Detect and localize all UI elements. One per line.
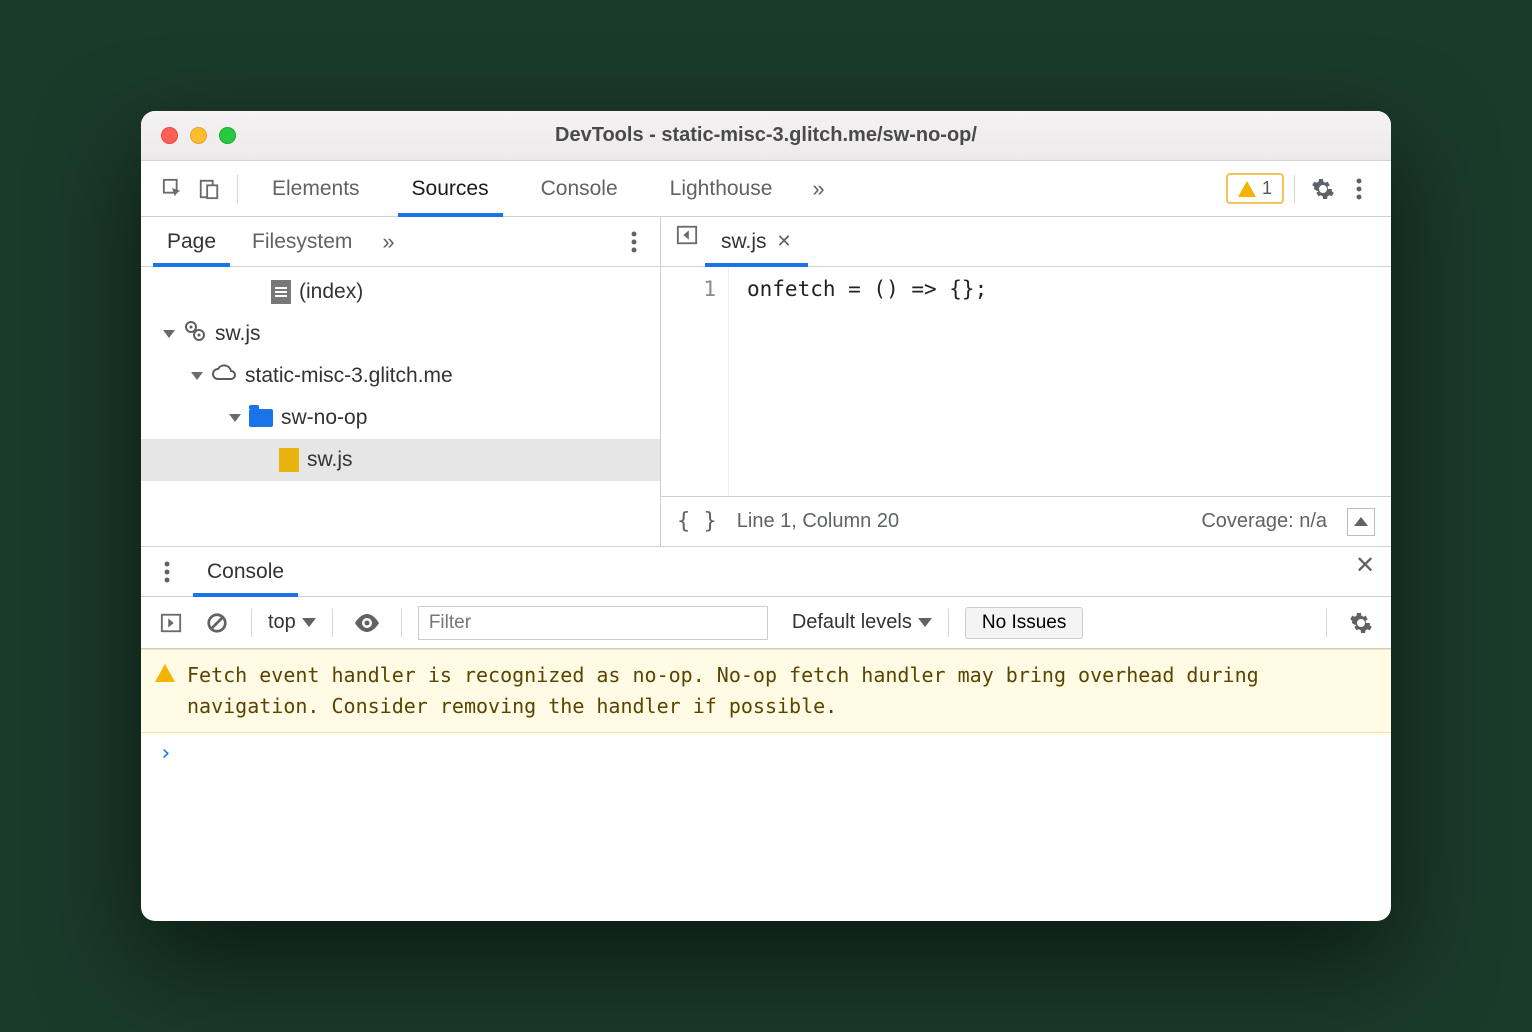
toggle-sidebar-icon[interactable] <box>153 605 189 641</box>
warning-count: 1 <box>1262 178 1272 199</box>
file-tree: (index) sw.js static-mis <box>141 267 660 546</box>
divider <box>1326 609 1327 637</box>
tree-label: sw.js <box>307 448 353 472</box>
expand-arrow-icon[interactable] <box>229 414 241 422</box>
zoom-window-button[interactable] <box>219 127 236 144</box>
tab-sources[interactable]: Sources <box>388 161 513 216</box>
pretty-print-icon[interactable]: { } <box>677 509 717 534</box>
subtab-page[interactable]: Page <box>149 217 234 266</box>
tab-lighthouse[interactable]: Lighthouse <box>646 161 797 216</box>
tab-elements[interactable]: Elements <box>248 161 384 216</box>
log-levels-selector[interactable]: Default levels <box>792 611 932 634</box>
document-icon <box>271 280 291 304</box>
body-area: Page Filesystem » (index) <box>141 217 1391 921</box>
sources-panel: Page Filesystem » (index) <box>141 217 1391 547</box>
expand-arrow-icon[interactable] <box>163 330 175 338</box>
console-toolbar: top Default levels No Issues <box>141 597 1391 649</box>
issues-button[interactable]: No Issues <box>965 607 1083 639</box>
tab-console[interactable]: Console <box>517 161 642 216</box>
expand-arrow-icon[interactable] <box>191 372 203 380</box>
drawer-more-icon[interactable] <box>149 547 185 596</box>
tree-domain[interactable]: static-misc-3.glitch.me <box>141 355 660 397</box>
main-tabs: Elements Sources Console Lighthouse » <box>248 161 1226 216</box>
traffic-lights <box>141 127 236 144</box>
divider <box>251 609 252 637</box>
divider <box>948 609 949 637</box>
tree-label: sw.js <box>215 322 261 346</box>
close-tab-icon[interactable]: ✕ <box>777 231 792 252</box>
line-number: 1 <box>673 277 716 301</box>
settings-icon[interactable] <box>1305 171 1341 207</box>
subtab-filesystem[interactable]: Filesystem <box>234 217 370 266</box>
line-gutter: 1 <box>661 267 729 496</box>
console-messages: Fetch event handler is recognized as no-… <box>141 649 1391 921</box>
divider <box>237 175 238 203</box>
drawer-tab-console[interactable]: Console <box>185 547 306 596</box>
toggle-navigator-icon[interactable] <box>669 217 705 253</box>
close-drawer-icon[interactable]: ✕ <box>1347 547 1383 583</box>
device-toolbar-icon[interactable] <box>191 171 227 207</box>
main-toolbar: Elements Sources Console Lighthouse » 1 <box>141 161 1391 217</box>
cursor-position: Line 1, Column 20 <box>737 510 899 533</box>
tree-file-swjs[interactable]: sw.js <box>141 439 660 481</box>
editor-tab-swjs[interactable]: sw.js ✕ <box>705 217 808 266</box>
close-window-button[interactable] <box>161 127 178 144</box>
tree-label: static-misc-3.glitch.me <box>245 364 453 388</box>
tree-worker-swjs[interactable]: sw.js <box>141 313 660 355</box>
navigator-panel: Page Filesystem » (index) <box>141 217 661 546</box>
editor-status-bar: { } Line 1, Column 20 Coverage: n/a <box>661 496 1391 546</box>
code-editor[interactable]: 1 onfetch = () => {}; <box>661 267 1391 496</box>
more-subtabs-button[interactable]: » <box>370 217 406 266</box>
tree-file-index[interactable]: (index) <box>141 271 660 313</box>
devtools-window: DevTools - static-misc-3.glitch.me/sw-no… <box>141 111 1391 921</box>
coverage-label: Coverage: n/a <box>1201 510 1327 533</box>
editor-tab-label: sw.js <box>721 230 767 254</box>
navigator-tabs: Page Filesystem » <box>141 217 660 267</box>
divider <box>332 609 333 637</box>
code-line: onfetch = () => {}; <box>747 277 987 301</box>
tree-folder-swnoop[interactable]: sw-no-op <box>141 397 660 439</box>
inspect-element-icon[interactable] <box>155 171 191 207</box>
context-selector[interactable]: top <box>268 611 316 634</box>
console-warning-message[interactable]: Fetch event handler is recognized as no-… <box>141 649 1391 733</box>
minimize-window-button[interactable] <box>190 127 207 144</box>
drawer-header: Console ✕ <box>141 547 1391 597</box>
dropdown-arrow-icon <box>302 618 316 627</box>
more-tabs-button[interactable]: » <box>800 161 836 216</box>
dropdown-arrow-icon <box>918 618 932 627</box>
service-worker-icon <box>183 319 207 349</box>
filter-input[interactable] <box>418 606 768 640</box>
cloud-icon <box>211 363 237 389</box>
warnings-badge[interactable]: 1 <box>1226 173 1284 204</box>
divider <box>1294 175 1295 203</box>
console-settings-icon[interactable] <box>1343 605 1379 641</box>
live-expression-icon[interactable] <box>349 605 385 641</box>
console-prompt[interactable]: › <box>141 733 1391 774</box>
navigator-more-icon[interactable] <box>616 217 652 266</box>
collapse-bottom-icon[interactable] <box>1347 508 1375 536</box>
clear-console-icon[interactable] <box>199 605 235 641</box>
code-content[interactable]: onfetch = () => {}; <box>729 267 1005 496</box>
tree-label: (index) <box>299 280 363 304</box>
js-file-icon <box>279 448 299 472</box>
divider <box>401 609 402 637</box>
window-title: DevTools - static-misc-3.glitch.me/sw-no… <box>141 124 1391 147</box>
more-options-icon[interactable] <box>1341 171 1377 207</box>
folder-icon <box>249 409 273 427</box>
levels-label: Default levels <box>792 611 912 634</box>
editor-tabs: sw.js ✕ <box>661 217 1391 267</box>
tree-label: sw-no-op <box>281 406 367 430</box>
titlebar: DevTools - static-misc-3.glitch.me/sw-no… <box>141 111 1391 161</box>
editor-panel: sw.js ✕ 1 onfetch = () => {}; { } Line 1… <box>661 217 1391 546</box>
warning-icon <box>1238 181 1256 197</box>
context-label: top <box>268 611 296 634</box>
